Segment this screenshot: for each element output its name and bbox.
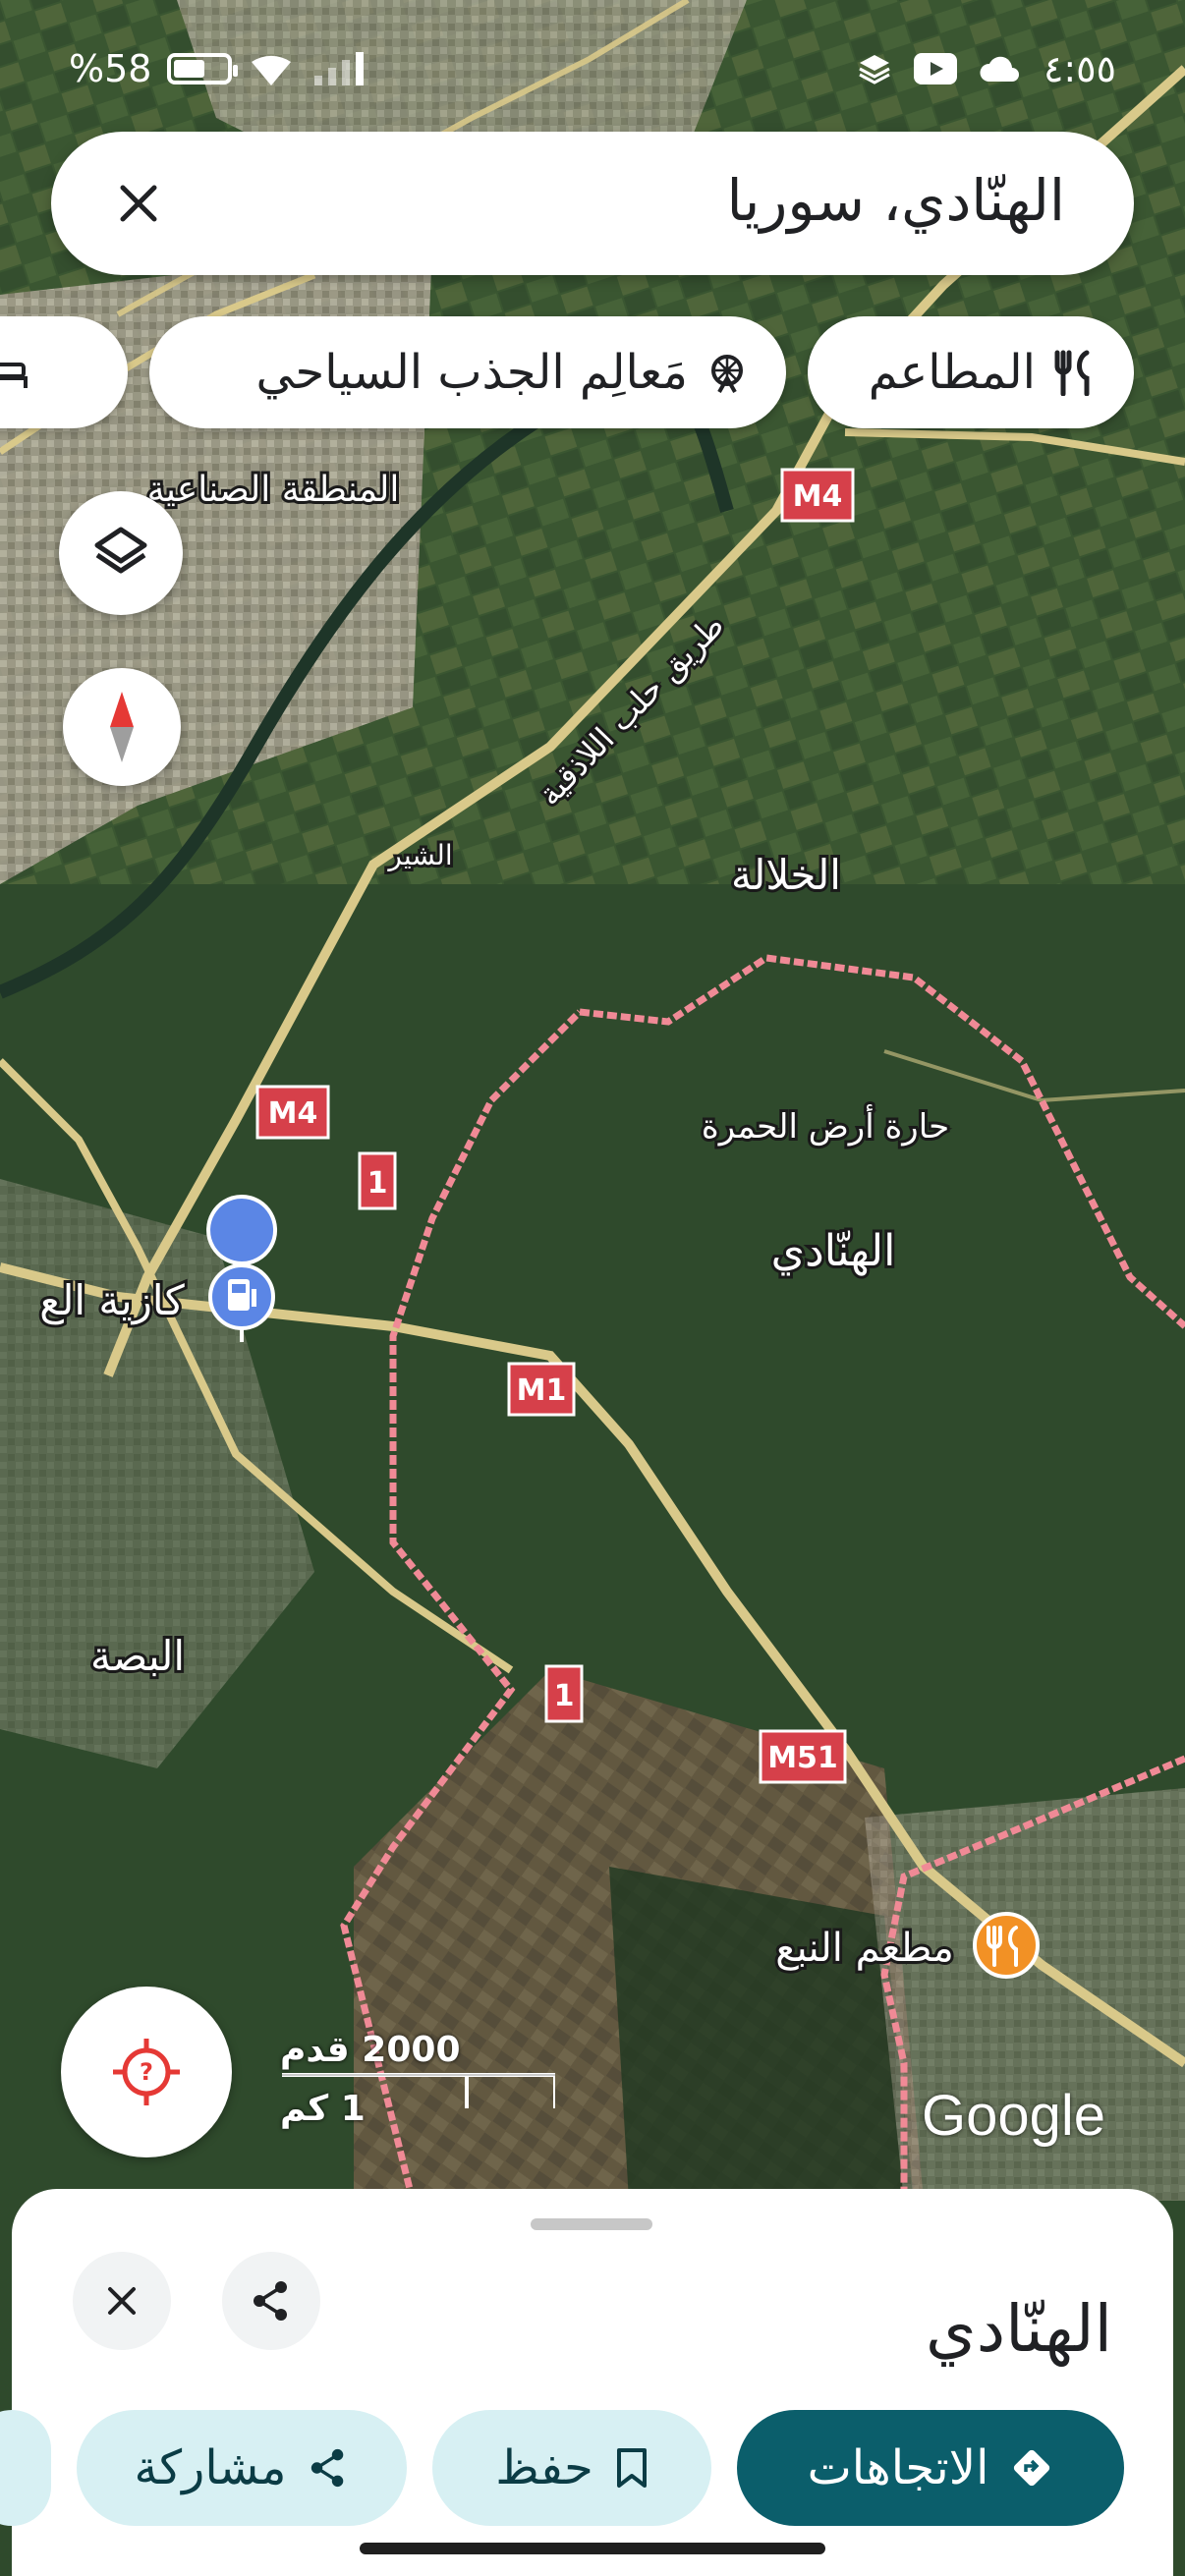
forest-southeast (609, 1867, 914, 2201)
directions-label: الاتجاهات (807, 2440, 989, 2495)
my-location-button[interactable]: ? (61, 1987, 232, 2157)
label-hinnadi: الهنّادي (771, 1226, 896, 1276)
share-icon (311, 2448, 344, 2488)
road-shield-m4-top: M4 (780, 468, 855, 523)
label-shir: الشير (386, 839, 452, 871)
wifi-icon (252, 55, 292, 85)
place-title: الهنّادي (926, 2291, 1112, 2367)
place-sheet[interactable]: الهنّادي الاتجاهات حفظ مشاركة (0, 2189, 1173, 2576)
battery-icon (167, 53, 239, 84)
save-button[interactable]: حفظ (432, 2410, 711, 2526)
youtube-icon (913, 53, 957, 84)
directions-button[interactable]: الاتجاهات (737, 2410, 1124, 2526)
google-attribution: Google (922, 2084, 1106, 2148)
bookmark-icon (616, 2448, 647, 2488)
road-shield-1b: 1 (544, 1664, 584, 1723)
attractions-icon (711, 355, 743, 393)
chip-restaurants-label: المطاعم (868, 345, 1036, 400)
share-label: مشاركة (134, 2440, 287, 2495)
cloud-icon (980, 56, 1019, 82)
signal-icon (314, 52, 365, 85)
sheet-close-button[interactable] (73, 2252, 171, 2350)
close-icon (108, 2287, 136, 2315)
restaurant-pin[interactable] (973, 1912, 1040, 1979)
svg-text:?: ? (140, 2058, 153, 2086)
restaurant-icon (1054, 350, 1090, 396)
layers-icon (94, 527, 147, 574)
svg-text:M4: M4 (268, 1096, 318, 1131)
search-bar[interactable]: الهنّادي، سوريا (51, 132, 1134, 275)
road-shield-1a: 1 (358, 1151, 397, 1210)
status-bar: %58 ٤:٥٥ (0, 0, 1185, 138)
compass-button[interactable] (63, 668, 181, 786)
search-query[interactable]: الهنّادي، سوريا (727, 167, 1065, 234)
road-shield-m4-left: M4 (255, 1085, 330, 1140)
chip-restaurants[interactable]: المطاعم (808, 316, 1134, 428)
layers-status-icon (859, 55, 890, 84)
directions-icon (1014, 2449, 1050, 2487)
label-basseh: البصة (90, 1632, 185, 1680)
sheet-share-button[interactable] (222, 2252, 320, 2350)
share-button[interactable]: مشاركة (77, 2410, 407, 2526)
label-khalala: الخلالة (731, 851, 841, 899)
svg-text:M51: M51 (767, 1741, 838, 1775)
scale-feet: 2000 قدم (280, 2030, 461, 2070)
hotel-icon (0, 363, 28, 388)
chip-hotels[interactable] (0, 316, 128, 428)
label-harat-ard: حارة أرض الحمرة (702, 1104, 949, 1147)
label-industrial-zone: المنطقة الصناعية (147, 470, 400, 510)
share-icon (254, 2281, 287, 2321)
my-location-icon: ? (113, 2039, 180, 2105)
sheet-drag-handle[interactable] (531, 2218, 652, 2230)
gesture-nav-bar[interactable] (360, 2543, 825, 2554)
chip-attractions-label: مَعالِم الجذب السياحي (255, 345, 688, 400)
category-chips: المطاعم مَعالِم الجذب السياحي (0, 316, 1185, 434)
layers-button[interactable] (59, 491, 183, 615)
scale-km: 1 كم (280, 2089, 366, 2129)
chip-attractions[interactable]: مَعالِم الجذب السياحي (149, 316, 786, 428)
svg-text:M1: M1 (517, 1373, 567, 1408)
label-restaurant: مطعم النبع (775, 1926, 954, 1971)
svg-text:1: 1 (554, 1679, 575, 1713)
clock: ٤:٥٥ (1043, 47, 1116, 90)
more-actions-button[interactable] (0, 2410, 51, 2526)
svg-text:1: 1 (367, 1166, 388, 1201)
road-shield-m1: M1 (507, 1362, 576, 1417)
road-shield-m51: M51 (759, 1729, 847, 1784)
compass-icon (110, 692, 134, 762)
close-icon[interactable] (106, 171, 171, 236)
battery-percent: %58 (69, 47, 152, 90)
svg-text:M4: M4 (793, 479, 843, 514)
label-gas-station: كازية الع (39, 1276, 184, 1325)
save-label: حفظ (495, 2440, 593, 2495)
